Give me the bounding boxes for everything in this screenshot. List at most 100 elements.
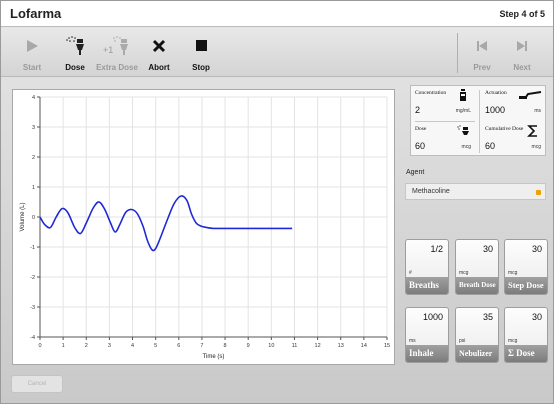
agent-status-dot bbox=[536, 190, 541, 195]
dose-unit: mcg bbox=[461, 144, 471, 150]
next-button[interactable]: Next bbox=[507, 28, 537, 77]
app-title: Lofarma bbox=[10, 6, 62, 21]
dose-value: 60 bbox=[415, 141, 426, 151]
y-tick-label: -1 bbox=[30, 245, 35, 251]
stop-button[interactable]: Stop bbox=[186, 28, 216, 77]
agent-field[interactable]: Methacoline bbox=[405, 183, 546, 200]
skip-back-icon bbox=[467, 36, 497, 56]
y-tick-label: 4 bbox=[32, 95, 35, 101]
skip-forward-icon bbox=[507, 36, 537, 56]
panel-divider-horizontal bbox=[415, 121, 475, 122]
y-tick-label: 1 bbox=[32, 185, 35, 191]
y-tick-label: -2 bbox=[30, 275, 35, 281]
breaths-unit: # bbox=[409, 270, 412, 276]
extra-dose-badge: +1 bbox=[103, 45, 113, 55]
nebulizer-spray-icon bbox=[58, 36, 92, 56]
vial-icon bbox=[454, 88, 472, 102]
nebulizer-unit: psi bbox=[459, 338, 466, 344]
x-tick-label: 1 bbox=[62, 343, 65, 349]
nebulizer-value: 35 bbox=[482, 312, 493, 322]
x-tick-label: 0 bbox=[38, 343, 41, 349]
inhale-name: Inhale bbox=[406, 345, 448, 362]
prev-button[interactable]: Prev bbox=[467, 28, 497, 77]
breaths-name: Breaths bbox=[406, 277, 448, 294]
breaths-tile[interactable]: 1/2 # Breaths bbox=[405, 239, 449, 295]
step-dose-name: Step Dose bbox=[505, 277, 547, 294]
cumulative-dose-cell: Cumulative Dose 60 mcg bbox=[481, 122, 546, 157]
inhale-value: 1000 bbox=[422, 312, 443, 322]
x-tick-label: 15 bbox=[384, 343, 390, 349]
nebulizer-tile[interactable]: 35 psi Nebulizer bbox=[455, 307, 499, 363]
x-tick-label: 6 bbox=[177, 343, 180, 349]
x-tick-label: 3 bbox=[108, 343, 111, 349]
x-tick-label: 8 bbox=[224, 343, 227, 349]
agent-label: Agent bbox=[406, 169, 425, 176]
app-window: Lofarma Step 4 of 5 Start Dose +1 Extra … bbox=[0, 0, 554, 404]
concentration-cell: Concentration 2 mg/mL bbox=[411, 86, 476, 121]
breath-dose-name: Breath Dose bbox=[456, 277, 498, 294]
toolbar: Start Dose +1 Extra Dose Abort Stop Prev… bbox=[1, 28, 553, 77]
x-tick-label: 14 bbox=[361, 343, 367, 349]
y-axis-label: Volume (L) bbox=[20, 202, 26, 231]
extra-dose-icon: +1 bbox=[96, 36, 138, 56]
cancel-button[interactable]: Cancel bbox=[11, 375, 63, 393]
cumulative-dose-value: 60 bbox=[485, 141, 496, 151]
abort-button-label: Abort bbox=[148, 63, 170, 72]
breath-dose-value: 30 bbox=[482, 244, 493, 254]
step-dose-value: 30 bbox=[531, 244, 542, 254]
sum-dose-tile[interactable]: 30 mcg Σ Dose bbox=[504, 307, 548, 363]
step-indicator: Step 4 of 5 bbox=[499, 9, 545, 19]
dose-button-label: Dose bbox=[65, 63, 85, 72]
x-tick-label: 7 bbox=[200, 343, 203, 349]
y-tick-label: 0 bbox=[32, 215, 35, 221]
dose-label: Dose bbox=[415, 126, 427, 132]
nebulizer-name: Nebulizer bbox=[456, 345, 498, 362]
toolbar-separator bbox=[457, 33, 458, 73]
sum-dose-name: Σ Dose bbox=[505, 345, 547, 362]
stop-icon bbox=[186, 36, 216, 56]
volume-series-line bbox=[39, 195, 293, 252]
prev-button-label: Prev bbox=[473, 63, 491, 72]
sigma-icon bbox=[524, 124, 542, 138]
x-tick-label: 5 bbox=[154, 343, 157, 349]
dose-cell: Dose 60 mcg bbox=[411, 122, 476, 157]
close-icon bbox=[144, 36, 174, 56]
actuation-value: 1000 bbox=[485, 105, 506, 115]
x-tick-label: 2 bbox=[85, 343, 88, 349]
breath-dose-tile[interactable]: 30 mcg Breath Dose bbox=[455, 239, 499, 295]
x-tick-label: 9 bbox=[247, 343, 250, 349]
breaths-value: 1/2 bbox=[430, 244, 443, 254]
volume-time-chart: 0 1 2 3 4 5 6 7 8 9 10 11 12 13 14 15 4 3 2 1 0 -1 -2 -3 -4 Time … bbox=[12, 89, 395, 365]
abort-button[interactable]: Abort bbox=[144, 28, 174, 77]
x-axis-label: Time (s) bbox=[203, 354, 225, 360]
inhale-unit: ms bbox=[409, 338, 416, 344]
sum-dose-value: 30 bbox=[531, 312, 542, 322]
start-button-label: Start bbox=[22, 63, 42, 72]
nebulizer-icon bbox=[454, 124, 472, 138]
chart-canvas: 0 1 2 3 4 5 6 7 8 9 10 11 12 13 14 1543210-1-2-3-4Time … bbox=[20, 95, 390, 360]
actuation-unit: ms bbox=[534, 108, 541, 114]
extra-dose-button[interactable]: +1 Extra Dose bbox=[96, 28, 138, 77]
start-button[interactable]: Start bbox=[16, 28, 48, 77]
extra-dose-button-label: Extra Dose bbox=[96, 63, 138, 72]
breath-dose-unit: mcg bbox=[459, 270, 469, 276]
concentration-label: Concentration bbox=[415, 90, 447, 96]
x-tick-label: 4 bbox=[131, 343, 134, 349]
x-tick-label: 10 bbox=[268, 343, 274, 349]
stop-button-label: Stop bbox=[192, 63, 210, 72]
step-dose-tile[interactable]: 30 mcg Step Dose bbox=[504, 239, 548, 295]
y-tick-label: 3 bbox=[32, 125, 35, 131]
y-tick-label: -3 bbox=[30, 305, 35, 311]
x-tick-label: 13 bbox=[338, 343, 344, 349]
dose-button[interactable]: Dose bbox=[58, 28, 92, 77]
actuator-icon bbox=[518, 88, 542, 102]
title-bar: Lofarma Step 4 of 5 bbox=[1, 1, 553, 27]
y-tick-label: -4 bbox=[30, 335, 35, 341]
next-button-label: Next bbox=[513, 63, 531, 72]
panel-divider-vertical bbox=[479, 90, 480, 153]
concentration-value: 2 bbox=[415, 105, 421, 115]
step-dose-unit: mcg bbox=[508, 270, 518, 276]
agent-value: Methacoline bbox=[412, 188, 450, 195]
inhale-tile[interactable]: 1000 ms Inhale bbox=[405, 307, 449, 363]
x-tick-label: 11 bbox=[292, 343, 298, 349]
